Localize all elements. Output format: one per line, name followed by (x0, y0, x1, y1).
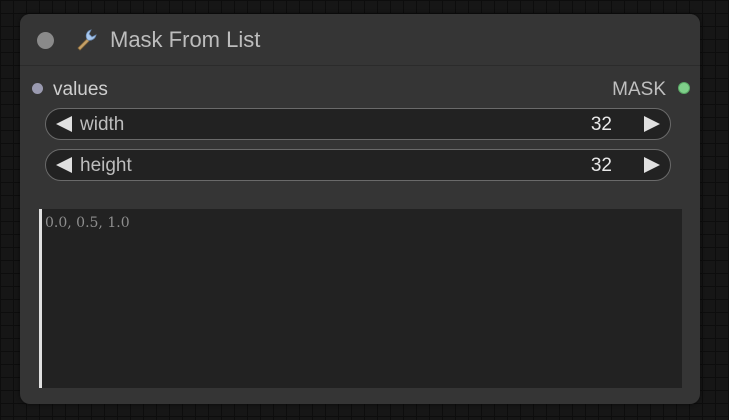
height-increment-arrow-icon[interactable] (644, 157, 660, 173)
height-number-widget[interactable]: height 32 (45, 149, 671, 181)
width-number-widget[interactable]: width 32 (45, 108, 671, 140)
mask-output-slot[interactable] (678, 82, 690, 94)
values-textarea-container (39, 209, 682, 388)
node-title: Mask From List (110, 27, 261, 52)
slot-row: values MASK (20, 76, 700, 102)
width-decrement-arrow-icon[interactable] (56, 116, 72, 132)
node-header[interactable]: Mask From List (20, 14, 700, 66)
collapse-toggle-dot[interactable] (37, 32, 54, 49)
values-input-slot[interactable] (32, 83, 43, 94)
width-widget-label: width (80, 114, 125, 135)
values-textarea[interactable] (42, 209, 682, 388)
height-widget-value[interactable]: 32 (591, 155, 612, 177)
mask-output-label: MASK (612, 79, 666, 100)
mask-from-list-node[interactable]: Mask From List values MASK width 32 heig… (20, 14, 700, 404)
height-widget-label: height (80, 155, 132, 176)
width-increment-arrow-icon[interactable] (644, 116, 660, 132)
wrench-icon (77, 29, 97, 51)
width-widget-value[interactable]: 32 (591, 114, 612, 136)
values-input-label: values (53, 79, 108, 100)
height-decrement-arrow-icon[interactable] (56, 157, 72, 173)
